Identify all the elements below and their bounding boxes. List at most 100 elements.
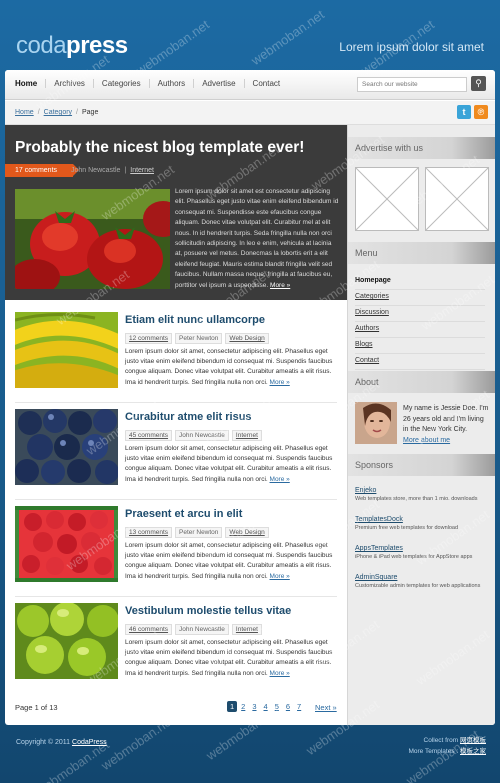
ad-slot-2[interactable] bbox=[425, 167, 489, 231]
page-link[interactable]: 5 bbox=[272, 701, 282, 712]
page-link[interactable]: 3 bbox=[249, 701, 259, 712]
nav-item-contact[interactable]: Contact bbox=[245, 79, 289, 88]
post-meta: 13 comments Peter Newton Web Design bbox=[125, 527, 272, 538]
sponsor-link[interactable]: AppsTemplates bbox=[355, 545, 490, 552]
about-text: My name is Jessie Doe. I'm 26 years old … bbox=[403, 404, 491, 446]
post-excerpt: Lorem ipsum dolor sit amet, consectetur … bbox=[125, 444, 337, 485]
breadcrumb-current: Page bbox=[82, 109, 99, 116]
sponsor-item: AdminSquare Customizable admin templates… bbox=[355, 574, 490, 589]
post-comments[interactable]: 46 comments bbox=[129, 626, 168, 633]
post-excerpt: Lorem ipsum dolor sit amet, consectetur … bbox=[125, 638, 337, 679]
site-logo[interactable]: codapress bbox=[16, 32, 128, 60]
sponsor-link[interactable]: TemplatesDock bbox=[355, 516, 490, 523]
post-title[interactable]: Curabitur atme elit risus bbox=[125, 411, 252, 423]
featured-meta: John Newcastle | Internet bbox=[71, 167, 154, 174]
post-more-link[interactable]: More » bbox=[270, 476, 290, 483]
sponsor-link[interactable]: AdminSquare bbox=[355, 574, 490, 581]
featured-category[interactable]: Internet bbox=[130, 167, 154, 174]
footer-brand-link[interactable]: CodaPress bbox=[72, 739, 107, 746]
sidebar-item-categories[interactable]: Categories bbox=[355, 290, 485, 306]
sidebar-item-homepage[interactable]: Homepage bbox=[355, 274, 485, 290]
post-author: John Newcastle bbox=[175, 430, 229, 441]
sponsor-desc: Premium free web templates for download bbox=[355, 525, 459, 531]
post-comments[interactable]: 13 comments bbox=[129, 529, 168, 536]
featured-excerpt: Lorem ipsum dolor sit amet est consectet… bbox=[175, 188, 339, 289]
nav-item-authors[interactable]: Authors bbox=[150, 79, 195, 88]
about-heading: About bbox=[348, 371, 495, 393]
sponsor-item: AppsTemplates iPhone & iPad web template… bbox=[355, 545, 490, 560]
post-more-link[interactable]: More » bbox=[270, 670, 290, 677]
avatar bbox=[355, 402, 397, 444]
post-category[interactable]: Internet bbox=[236, 626, 258, 633]
next-page-link[interactable]: Next » bbox=[315, 703, 337, 712]
post-thumb-blueberries[interactable] bbox=[15, 409, 118, 485]
breadcrumb-category[interactable]: Category bbox=[44, 109, 72, 116]
post-title[interactable]: Etiam elit nunc ullamcorpe bbox=[125, 314, 265, 326]
breadcrumb-home[interactable]: Home bbox=[15, 109, 34, 116]
about-bio: My name is Jessie Doe. I'm 26 years old … bbox=[403, 405, 489, 434]
post-excerpt: Lorem ipsum dolor sit amet, consectetur … bbox=[125, 541, 337, 582]
sidebar: Advertise with us Menu Homepage Categori… bbox=[347, 125, 495, 725]
logo-bold: press bbox=[66, 32, 128, 59]
ad-slot-1[interactable] bbox=[355, 167, 419, 231]
nav-item-home[interactable]: Home bbox=[15, 79, 47, 88]
post-thumb-bananas[interactable] bbox=[15, 312, 118, 388]
sidebar-item-authors[interactable]: Authors bbox=[355, 322, 485, 338]
collect-link[interactable]: 网页模板 bbox=[460, 737, 486, 744]
more-templates-link[interactable]: 模板之家 bbox=[460, 748, 486, 755]
post-item: Vestibulum molestie tellus vitae 46 comm… bbox=[15, 603, 337, 691]
sponsor-item: Enjeko Web templates store, more than 1 … bbox=[355, 487, 490, 502]
nav-item-advertise[interactable]: Advertise bbox=[194, 79, 245, 88]
advertise-heading: Advertise with us bbox=[348, 137, 495, 159]
page-link[interactable]: 1 bbox=[227, 701, 238, 712]
featured-author: John Newcastle bbox=[71, 167, 121, 174]
post-comments[interactable]: 45 comments bbox=[129, 432, 168, 439]
post-comments[interactable]: 12 comments bbox=[129, 335, 168, 342]
post-author: Peter Newton bbox=[175, 527, 223, 538]
featured-comments-badge[interactable]: 17 comments bbox=[5, 164, 80, 177]
post-category[interactable]: Web Design bbox=[229, 529, 264, 536]
post-excerpt-text: Lorem ipsum dolor sit amet, consectetur … bbox=[125, 445, 333, 483]
post-divider bbox=[15, 596, 337, 597]
post-more-link[interactable]: More » bbox=[270, 379, 290, 386]
sidebar-item-contact[interactable]: Contact bbox=[355, 354, 485, 370]
post-meta: 45 comments John Newcastle Internet bbox=[125, 430, 265, 441]
sidebar-item-discussion[interactable]: Discussion bbox=[355, 306, 485, 322]
post-category[interactable]: Internet bbox=[236, 432, 258, 439]
rss-icon[interactable]: ℗ bbox=[474, 105, 488, 119]
main-nav: Home Archives Categories Authors Adverti… bbox=[5, 70, 495, 100]
breadcrumb-bar: Home / Category / Page t ℗ bbox=[5, 101, 495, 125]
logo-light: coda bbox=[16, 32, 67, 59]
sponsor-desc: Customizable admin templates for web app… bbox=[355, 583, 481, 589]
nav-item-archives[interactable]: Archives bbox=[46, 79, 94, 88]
search-input[interactable]: Search our website bbox=[357, 77, 467, 92]
more-templates-label: More Templates bbox=[408, 747, 455, 755]
page-link[interactable]: 6 bbox=[283, 701, 293, 712]
post-divider bbox=[15, 499, 337, 500]
featured-image-strawberries[interactable] bbox=[15, 189, 170, 289]
sidebar-menu: Homepage Categories Discussion Authors B… bbox=[355, 274, 485, 370]
search-button[interactable]: ⚲ bbox=[471, 76, 486, 91]
sponsor-item: TemplatesDock Premium free web templates… bbox=[355, 516, 490, 531]
post-thumb-apples[interactable] bbox=[15, 603, 118, 679]
sidebar-item-blogs[interactable]: Blogs bbox=[355, 338, 485, 354]
page-link[interactable]: 2 bbox=[238, 701, 248, 712]
post-title[interactable]: Vestibulum molestie tellus vitae bbox=[125, 605, 291, 617]
about-more-link[interactable]: More about me bbox=[403, 437, 450, 444]
nav-item-categories[interactable]: Categories bbox=[94, 79, 150, 88]
featured-text: Lorem ipsum dolor sit amet est consectet… bbox=[175, 187, 339, 291]
footer-copyright: Copyright © 2011 CodaPress bbox=[16, 739, 107, 746]
post-title[interactable]: Praesent et arcu in elit bbox=[125, 508, 242, 520]
footer-credits: Collect from 网页模板 More Templates : 模板之家 bbox=[408, 737, 486, 755]
page-link[interactable]: 7 bbox=[294, 701, 304, 712]
post-more-link[interactable]: More » bbox=[270, 573, 290, 580]
menu-heading: Menu bbox=[348, 242, 495, 264]
sponsor-desc: iPhone & iPad web templates for AppStore… bbox=[355, 554, 473, 560]
page-link[interactable]: 4 bbox=[261, 701, 271, 712]
post-category[interactable]: Web Design bbox=[229, 335, 264, 342]
twitter-icon[interactable]: t bbox=[457, 105, 471, 119]
featured-title[interactable]: Probably the nicest blog template ever! bbox=[15, 139, 304, 157]
post-thumb-raspberries[interactable] bbox=[15, 506, 118, 582]
featured-more-link[interactable]: More » bbox=[270, 282, 290, 289]
sponsor-link[interactable]: Enjeko bbox=[355, 487, 490, 494]
